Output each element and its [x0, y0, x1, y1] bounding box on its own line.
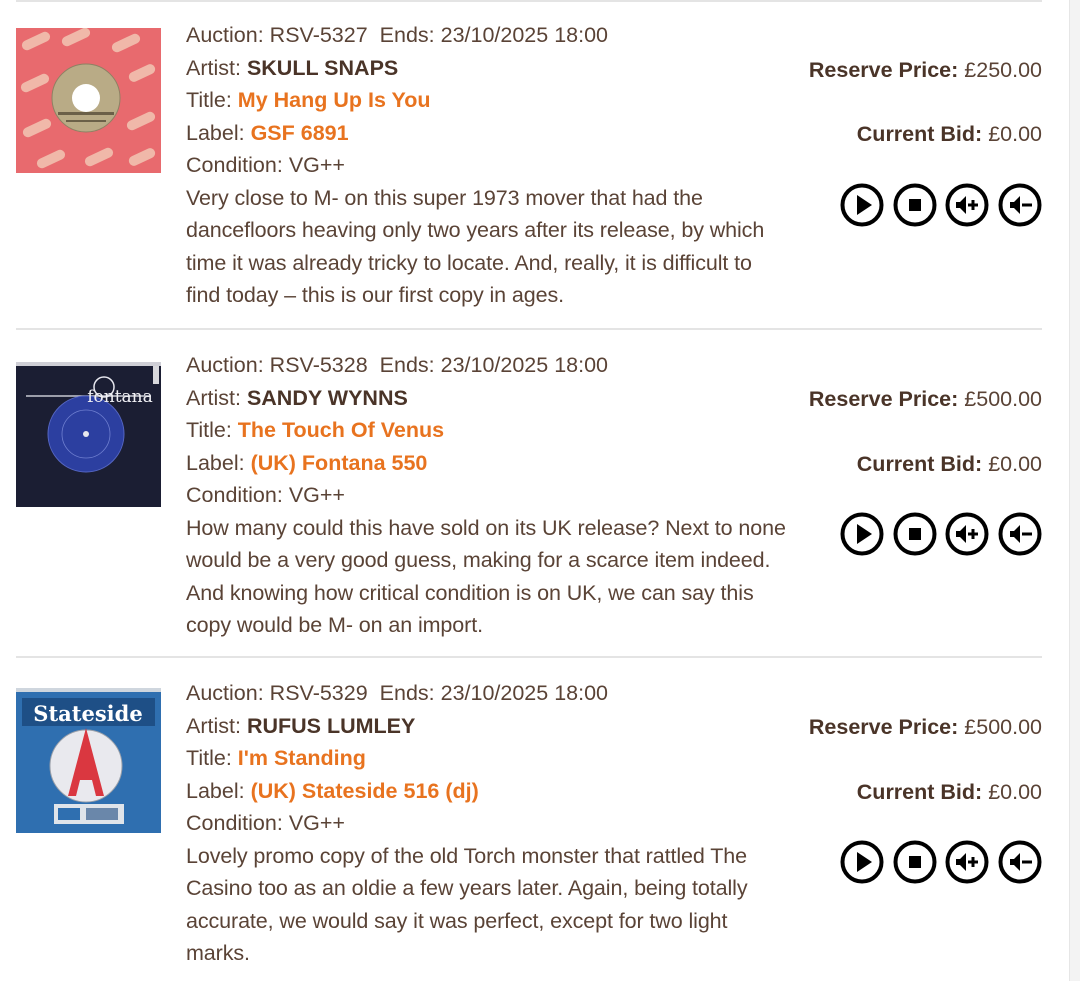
- auction-line: Auction: RSV-5328 Ends: 23/10/2025 18:00: [186, 353, 608, 377]
- end-date: 23/10/2025 18:00: [440, 353, 608, 377]
- listing-item: Stateside Auction: RSV-5329 Ends: 23/10/…: [16, 656, 1042, 983]
- audio-controls: [840, 511, 1042, 557]
- description: Very close to M- on this super 1973 move…: [186, 185, 765, 308]
- auction-line: Auction: RSV-5327 Ends: 23/10/2025 18:00: [186, 23, 608, 47]
- reserve-price: Reserve Price: £250.00: [808, 58, 1042, 82]
- condition-line: Condition: VG++: [186, 811, 345, 835]
- reserve-price-value: £500.00: [964, 387, 1042, 411]
- volume-down-icon[interactable]: [998, 183, 1042, 227]
- current-bid: Current Bid: £0.00: [856, 122, 1042, 146]
- volume-up-icon[interactable]: [945, 183, 989, 227]
- artist-name: RUFUS LUMLEY: [246, 713, 416, 738]
- auction-id: RSV-5327: [269, 23, 368, 47]
- condition-line: Condition: VG++: [186, 483, 345, 507]
- auction-id: RSV-5329: [269, 681, 368, 705]
- title-line: Title: I'm Standing: [186, 746, 366, 770]
- title-line: Title: My Hang Up Is You: [186, 88, 431, 112]
- play-icon[interactable]: [840, 183, 884, 227]
- volume-up-icon[interactable]: [945, 840, 989, 884]
- label-line: Label: GSF 6891: [186, 120, 349, 145]
- record-title[interactable]: The Touch Of Venus: [238, 418, 444, 442]
- audio-controls: [840, 182, 1042, 228]
- label-line: Label: (UK) Fontana 550: [186, 450, 428, 475]
- artist-line: Artist: SKULL SNAPS: [186, 55, 399, 80]
- stop-icon[interactable]: [893, 512, 937, 556]
- label-line: Label: (UK) Stateside 516 (dj): [186, 778, 479, 803]
- reserve-price: Reserve Price: £500.00: [808, 715, 1042, 739]
- record-image[interactable]: fontana: [16, 362, 161, 507]
- record-label[interactable]: (UK) Stateside 516 (dj): [251, 779, 479, 803]
- current-bid: Current Bid: £0.00: [856, 452, 1042, 476]
- record-image[interactable]: Stateside: [16, 688, 161, 833]
- stateside-logo: Stateside: [33, 701, 142, 726]
- condition-line: Condition: VG++: [186, 153, 345, 177]
- reserve-price-value: £500.00: [964, 715, 1042, 739]
- end-date: 23/10/2025 18:00: [440, 23, 608, 47]
- record-title[interactable]: My Hang Up Is You: [238, 88, 431, 112]
- play-icon[interactable]: [840, 840, 884, 884]
- reserve-price: Reserve Price: £500.00: [808, 387, 1042, 411]
- artist-line: Artist: RUFUS LUMLEY: [186, 713, 416, 738]
- condition-value: VG++: [288, 483, 345, 507]
- stop-icon[interactable]: [893, 840, 937, 884]
- description: How many could this have sold on its UK …: [186, 515, 786, 638]
- auction-line: Auction: RSV-5329 Ends: 23/10/2025 18:00: [186, 681, 608, 705]
- listing-info: Auction: RSV-5327 Ends: 23/10/2025 18:00…: [186, 19, 786, 312]
- record-label[interactable]: (UK) Fontana 550: [251, 451, 428, 475]
- record-label[interactable]: GSF 6891: [251, 121, 349, 145]
- stop-icon[interactable]: [893, 183, 937, 227]
- record-image[interactable]: [16, 28, 161, 173]
- current-bid-value: £0.00: [988, 452, 1042, 476]
- listing-item: Auction: RSV-5327 Ends: 23/10/2025 18:00…: [16, 0, 1042, 330]
- artist-name: SKULL SNAPS: [246, 55, 399, 80]
- scrollbar[interactable]: [1069, 0, 1080, 981]
- fontana-logo: fontana: [87, 387, 153, 407]
- current-bid-value: £0.00: [988, 122, 1042, 146]
- record-title[interactable]: I'm Standing: [238, 746, 366, 770]
- artist-line: Artist: SANDY WYNNS: [186, 385, 408, 410]
- condition-value: VG++: [288, 811, 345, 835]
- auction-id: RSV-5328: [269, 353, 368, 377]
- volume-up-icon[interactable]: [945, 512, 989, 556]
- volume-down-icon[interactable]: [998, 840, 1042, 884]
- artist-name: SANDY WYNNS: [246, 385, 408, 410]
- current-bid-value: £0.00: [988, 780, 1042, 804]
- title-line: Title: The Touch Of Venus: [186, 418, 445, 442]
- listing-info: Auction: RSV-5328 Ends: 23/10/2025 18:00…: [186, 349, 786, 642]
- audio-controls: [840, 839, 1042, 885]
- condition-value: VG++: [288, 153, 345, 177]
- listing-item: fontana Auction: RSV-5328 Ends: 23/10/20…: [16, 328, 1042, 660]
- end-date: 23/10/2025 18:00: [440, 681, 608, 705]
- play-icon[interactable]: [840, 512, 884, 556]
- current-bid: Current Bid: £0.00: [856, 780, 1042, 804]
- description: Lovely promo copy of the old Torch monst…: [186, 843, 748, 966]
- volume-down-icon[interactable]: [998, 512, 1042, 556]
- reserve-price-value: £250.00: [964, 58, 1042, 82]
- listing-info: Auction: RSV-5329 Ends: 23/10/2025 18:00…: [186, 677, 786, 970]
